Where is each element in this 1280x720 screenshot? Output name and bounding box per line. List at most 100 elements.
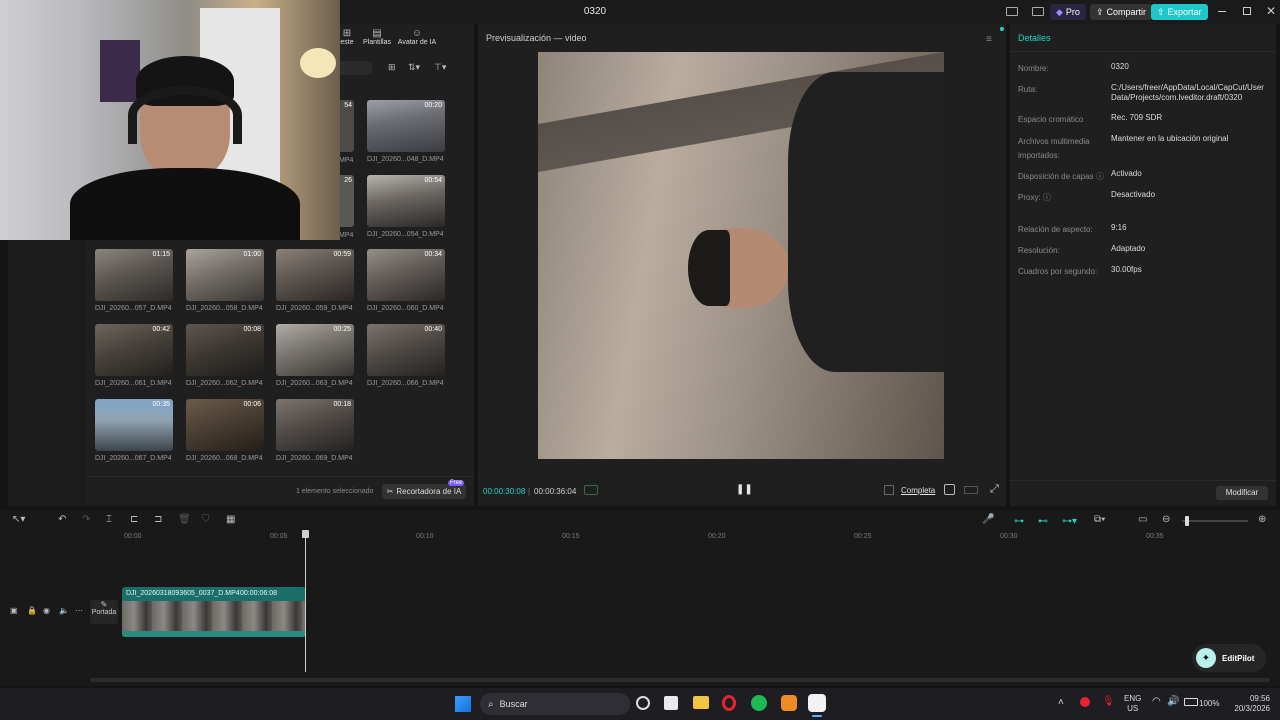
thumbnail-icon[interactable]: ▦ bbox=[226, 515, 235, 525]
preview-axis-icon[interactable]: ⧉▾ bbox=[1094, 515, 1105, 525]
opera-icon[interactable] bbox=[722, 695, 736, 711]
layout-icon[interactable] bbox=[1006, 7, 1018, 16]
preview-title: Previsualización — video bbox=[486, 33, 587, 43]
ai-cutter-button[interactable]: ✂ Recortadora de IA bbox=[382, 484, 466, 499]
full-quality-button[interactable]: Completa bbox=[901, 486, 935, 495]
pause-icon[interactable]: ❚❚ bbox=[736, 484, 753, 495]
volume-icon[interactable]: 🔊 bbox=[1167, 696, 1179, 707]
caption-icon[interactable]: ▭ bbox=[1138, 515, 1147, 525]
media-item[interactable]: 00:35 DJI_20260...067_D.MP4 bbox=[95, 399, 173, 462]
undo-icon[interactable]: ↶ bbox=[58, 515, 66, 525]
zoom-slider-handle[interactable] bbox=[1185, 516, 1189, 526]
timeline-clip[interactable]: DJI_20260318093605_0037_D.MP4 00:00:06:0… bbox=[122, 587, 306, 637]
media-item[interactable]: 00:25 DJI_20260...063_D.MP4 bbox=[276, 324, 354, 387]
track-visibility-icon[interactable]: ▣ bbox=[10, 607, 18, 615]
tab-avatar[interactable]: ☺ Avatar de IA bbox=[396, 28, 438, 46]
media-item-duration: 26 bbox=[344, 177, 352, 184]
media-item[interactable]: 00:40 DJI_20260...066_D.MP4 bbox=[367, 324, 445, 387]
shield-icon[interactable]: ⛉ bbox=[202, 515, 210, 525]
crop-icon[interactable] bbox=[884, 485, 894, 495]
delete-icon[interactable]: 🗑 bbox=[178, 515, 191, 525]
export-button[interactable]: ⇧ Exportar bbox=[1151, 4, 1208, 20]
subject-hair bbox=[688, 230, 730, 306]
media-item[interactable]: 00:54 DJI_20260...054_D.MP4 bbox=[367, 175, 445, 238]
region-label: US bbox=[1127, 704, 1139, 713]
media-item[interactable]: 00:06 DJI_20260...068_D.MP4 bbox=[186, 399, 264, 462]
media-item[interactable]: 01:00 DJI_20260...058_D.MP4 bbox=[186, 249, 264, 312]
media-item[interactable]: 00:59 DJI_20260...059_D.MP4 bbox=[276, 249, 354, 312]
magnet-icon[interactable]: ⊷ bbox=[1038, 516, 1048, 527]
media-item[interactable]: 01:15 DJI_20260...057_D.MP4 bbox=[95, 249, 173, 312]
maximize-icon[interactable] bbox=[1243, 7, 1251, 15]
battery-icon[interactable] bbox=[1184, 698, 1198, 706]
waveform-icon[interactable] bbox=[584, 485, 598, 495]
media-item[interactable]: 00:20 DJI_20260...048_D.MP4 bbox=[367, 100, 445, 163]
maps-icon[interactable] bbox=[636, 696, 650, 710]
media-item[interactable]: 00:34 DJI_20260...060_D.MP4 bbox=[367, 249, 445, 312]
zoom-out-icon[interactable]: ⊖ bbox=[1162, 515, 1170, 525]
detail-value: Mantener en la ubicación original bbox=[1111, 134, 1229, 143]
taskbar-search[interactable]: ⌕ Buscar bbox=[480, 693, 630, 715]
project-title: 0320 bbox=[583, 6, 607, 17]
split-right-icon[interactable]: ⊐ bbox=[154, 515, 162, 525]
timeline-ruler[interactable]: 00:00 00:05 00:10 00:15 00:20 00:25 00:3… bbox=[90, 530, 1280, 544]
media-thumbnail: 00:40 bbox=[367, 324, 445, 376]
modify-button[interactable]: Modificar bbox=[1216, 486, 1268, 500]
share-button[interactable]: ⇪ Compartir bbox=[1090, 4, 1153, 20]
select-tool-icon[interactable]: ↖▾ bbox=[12, 515, 25, 525]
media-item-name: DJI_20260...069_D.MP4 bbox=[276, 455, 353, 462]
capcut-icon[interactable] bbox=[808, 694, 826, 712]
detail-label: Cuadros por segundo: bbox=[1018, 267, 1098, 276]
close-icon[interactable]: ✕ bbox=[1266, 4, 1276, 18]
link-main-track-icon[interactable]: ⊶ bbox=[1014, 516, 1024, 527]
more-icon[interactable]: ⋯ bbox=[75, 607, 83, 615]
media-item[interactable]: 00:18 DJI_20260...069_D.MP4 bbox=[276, 399, 354, 462]
pro-button[interactable]: ◆ Pro bbox=[1050, 4, 1086, 20]
eye-icon[interactable]: ◉ bbox=[43, 607, 50, 615]
lock-icon[interactable]: 🔒 bbox=[27, 607, 37, 615]
redo-icon[interactable]: ↷ bbox=[82, 515, 90, 525]
cover-button[interactable]: ✎ Portada bbox=[90, 600, 118, 624]
media-item-duration: 00:18 bbox=[333, 401, 351, 408]
panel-icon[interactable] bbox=[1032, 7, 1044, 16]
minimize-icon[interactable] bbox=[1218, 11, 1226, 12]
grid-view-icon[interactable]: ⊞ bbox=[388, 63, 396, 72]
language-indicator[interactable]: ENG US bbox=[1124, 694, 1141, 714]
filter-icon[interactable]: ⊤▾ bbox=[434, 63, 446, 72]
zoom-in-icon[interactable]: ⊕ bbox=[1258, 515, 1266, 525]
link-icon[interactable]: ⊶▾ bbox=[1062, 516, 1077, 527]
microphone-icon[interactable]: 🎤 bbox=[982, 515, 994, 525]
fullscreen-icon[interactable]: ⤢ bbox=[990, 483, 999, 496]
total-time: 00:00:36:04 bbox=[534, 487, 577, 496]
lamp-shape bbox=[300, 48, 336, 78]
media-item[interactable]: 00:08 DJI_20260...062_D.MP4 bbox=[186, 324, 264, 387]
editpilot-button[interactable]: ✦ EditPilot bbox=[1192, 644, 1266, 672]
playhead[interactable] bbox=[305, 532, 306, 672]
wifi-icon[interactable]: ◠ bbox=[1152, 696, 1161, 707]
app-icon[interactable] bbox=[781, 695, 797, 711]
menu-icon[interactable]: ≡ bbox=[986, 34, 992, 45]
zoom-slider[interactable] bbox=[1182, 520, 1248, 522]
playhead-handle[interactable] bbox=[302, 530, 309, 538]
poster-shape bbox=[100, 40, 140, 102]
clock[interactable]: 09:56 20/3/2026 bbox=[1222, 694, 1270, 714]
pro-icon: ◆ bbox=[1056, 6, 1063, 17]
tray-chevron-icon[interactable]: ˄ bbox=[1058, 697, 1064, 708]
ratio-icon[interactable] bbox=[964, 486, 978, 494]
audio-icon[interactable]: 🔈 bbox=[59, 607, 69, 615]
windows-start-icon[interactable] bbox=[455, 696, 471, 712]
taskbar: ⌕ Buscar ˄ 🎙 ENG US ◠ 🔊 100% 09:56 20/3/… bbox=[0, 688, 1280, 720]
file-explorer-icon[interactable] bbox=[693, 696, 709, 709]
sort-icon[interactable]: ⇅▾ bbox=[408, 63, 420, 72]
split-left-icon[interactable]: ⊏ bbox=[130, 515, 138, 525]
tray-mic-icon[interactable]: 🎙 bbox=[1102, 696, 1115, 707]
split-icon[interactable]: ⌶ bbox=[106, 515, 112, 525]
tray-app-icon[interactable] bbox=[1080, 697, 1090, 707]
store-icon[interactable] bbox=[664, 696, 678, 710]
media-item[interactable]: 00:42 DJI_20260...061_D.MP4 bbox=[95, 324, 173, 387]
screenshot-icon[interactable] bbox=[944, 484, 955, 495]
media-item-name: DJI_20260...062_D.MP4 bbox=[186, 380, 263, 387]
timeline-scrollbar[interactable] bbox=[90, 678, 1270, 682]
spotify-icon[interactable] bbox=[751, 695, 767, 711]
tab-plantillas[interactable]: ▤ Plantillas bbox=[360, 28, 394, 46]
